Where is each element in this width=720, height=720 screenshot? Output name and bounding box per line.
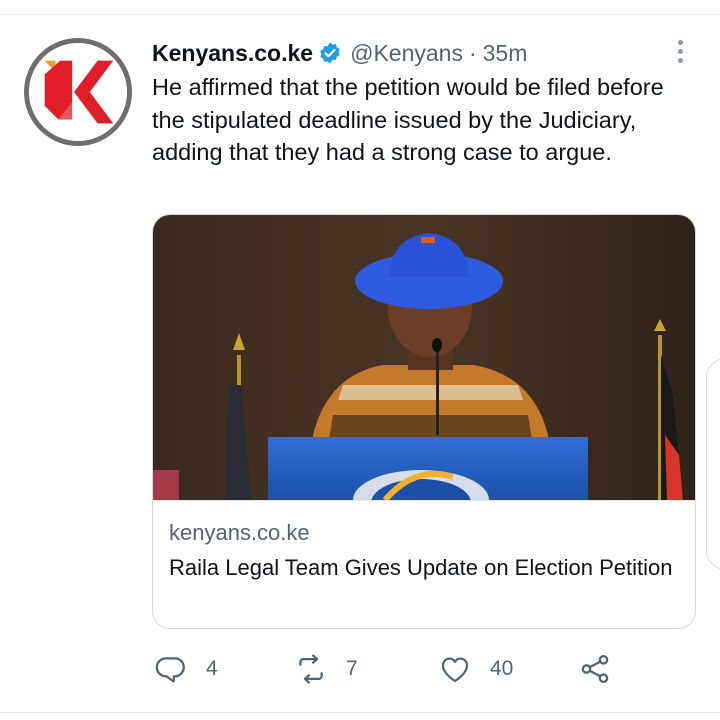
like-count: 40 (490, 657, 514, 680)
retweet-icon (299, 654, 323, 684)
side-panel-edge (706, 358, 720, 570)
card-title[interactable]: Raila Legal Team Gives Update on Electio… (169, 551, 681, 584)
verified-badge-icon (318, 41, 342, 65)
card-body: kenyans.co.ke Raila Legal Team Gives Upd… (153, 500, 695, 628)
like-icon (441, 657, 469, 683)
handle[interactable]: @Kenyans (350, 40, 463, 67)
tweet-header: Kenyans.co.ke @Kenyans · 35m (152, 38, 527, 68)
share-icon (581, 654, 609, 684)
card-domain: kenyans.co.ke (169, 520, 310, 545)
retweet-button[interactable]: 7 (294, 650, 358, 688)
retweet-count: 7 (346, 657, 358, 680)
top-divider (0, 14, 720, 15)
more-options-icon[interactable] (670, 36, 690, 66)
kenyans-logo (29, 43, 127, 141)
tweet-text: He affirmed that the petition would be f… (152, 74, 664, 165)
like-button[interactable]: 40 (438, 650, 513, 688)
avatar[interactable] (24, 38, 132, 146)
reply-button[interactable]: 4 (154, 650, 218, 688)
share-button[interactable] (578, 650, 612, 688)
link-card[interactable]: kenyans.co.ke Raila Legal Team Gives Upd… (152, 214, 696, 629)
separator-dot: · (468, 39, 477, 66)
reply-count: 4 (206, 657, 218, 680)
display-name[interactable]: Kenyans.co.ke (152, 40, 313, 67)
tweet-actions: 4 7 40 (152, 650, 632, 688)
bottom-divider (0, 712, 720, 713)
timestamp[interactable]: 35m (483, 40, 528, 67)
card-image (153, 215, 695, 500)
reply-icon (155, 657, 185, 683)
